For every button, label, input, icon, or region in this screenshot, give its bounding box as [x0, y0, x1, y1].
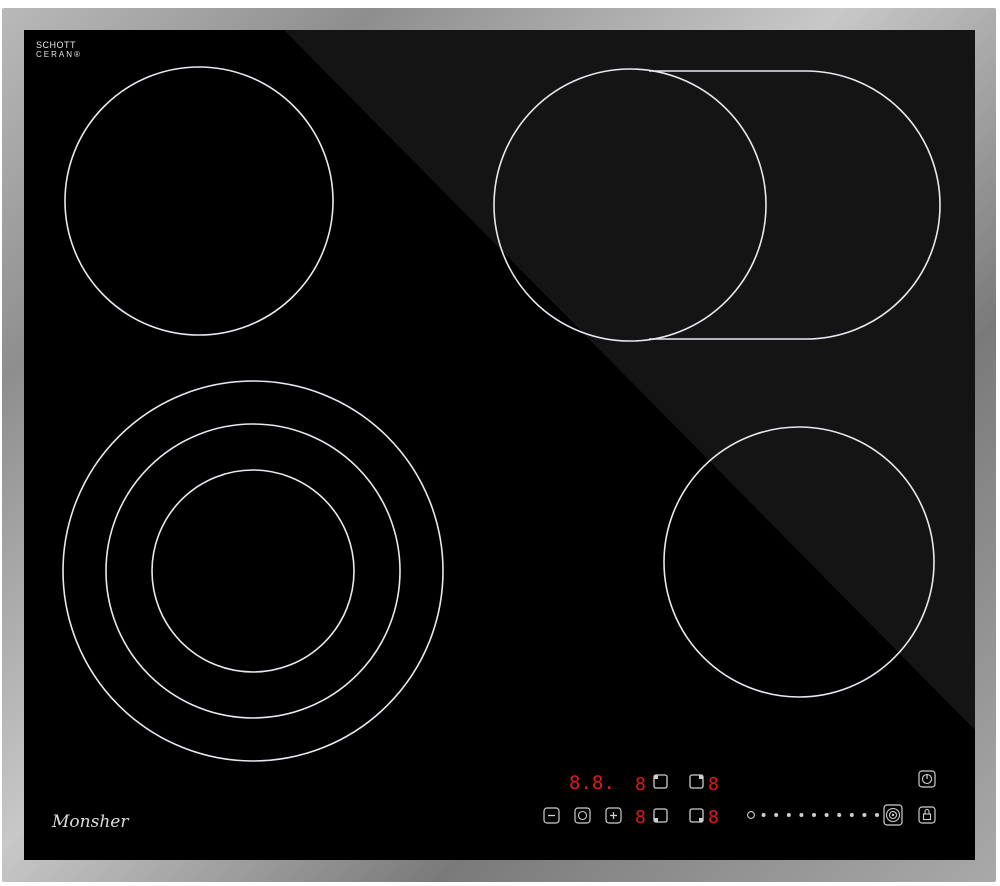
zone-display-1: 8	[635, 774, 646, 795]
control-panel: 8.8. 8 8 8 8	[543, 770, 936, 828]
slider-dot[interactable]	[824, 813, 829, 817]
lock-icon	[922, 813, 932, 821]
slider-dot[interactable]	[747, 811, 755, 819]
zone-front-left-middle-ring	[105, 423, 401, 719]
logo-line-1: SCHOTT	[36, 40, 76, 50]
zone-indicator-icon	[699, 818, 703, 822]
slider-dot[interactable]	[812, 813, 816, 817]
logo-line-2: CERAN®	[36, 50, 82, 59]
ceramic-glass-surface: 8.8. 8 8 8 8 SCHOTT CERAN® Monsher	[24, 30, 975, 860]
zone-indicator-icon	[699, 775, 703, 779]
zone-display-3: 8	[635, 807, 646, 828]
timer-button[interactable]	[574, 807, 591, 824]
slider-dot[interactable]	[862, 813, 867, 817]
slider-dot[interactable]	[799, 813, 804, 817]
clock-icon	[577, 810, 588, 821]
zone-display-2: 8	[708, 774, 719, 795]
slider-dot[interactable]	[837, 813, 842, 817]
zone-indicator-icon	[654, 775, 658, 779]
slider-dot[interactable]	[774, 813, 779, 817]
timer-display: 8.8.	[569, 772, 615, 794]
brand-logo: Monsher	[52, 812, 129, 832]
power-slider[interactable]	[747, 811, 879, 819]
zone-front-left-outer-ring	[62, 380, 444, 762]
slider-dot[interactable]	[875, 813, 879, 817]
slider-dot[interactable]	[849, 813, 854, 817]
zone-rear-left-ring	[64, 66, 334, 336]
zone-indicator-icon	[654, 818, 658, 822]
dual-zone-center-icon	[891, 813, 895, 817]
slider-dot[interactable]	[786, 813, 791, 817]
zone-display-4: 8	[708, 807, 719, 828]
glass-reflection	[284, 30, 975, 730]
slider-dot[interactable]	[761, 813, 766, 817]
schott-ceran-logo: SCHOTT CERAN®	[36, 40, 82, 60]
lock-shackle-icon	[924, 808, 930, 814]
zone-front-left-inner-ring	[151, 469, 355, 673]
hob-drawing: 8.8. 8 8 8 8	[62, 30, 975, 828]
